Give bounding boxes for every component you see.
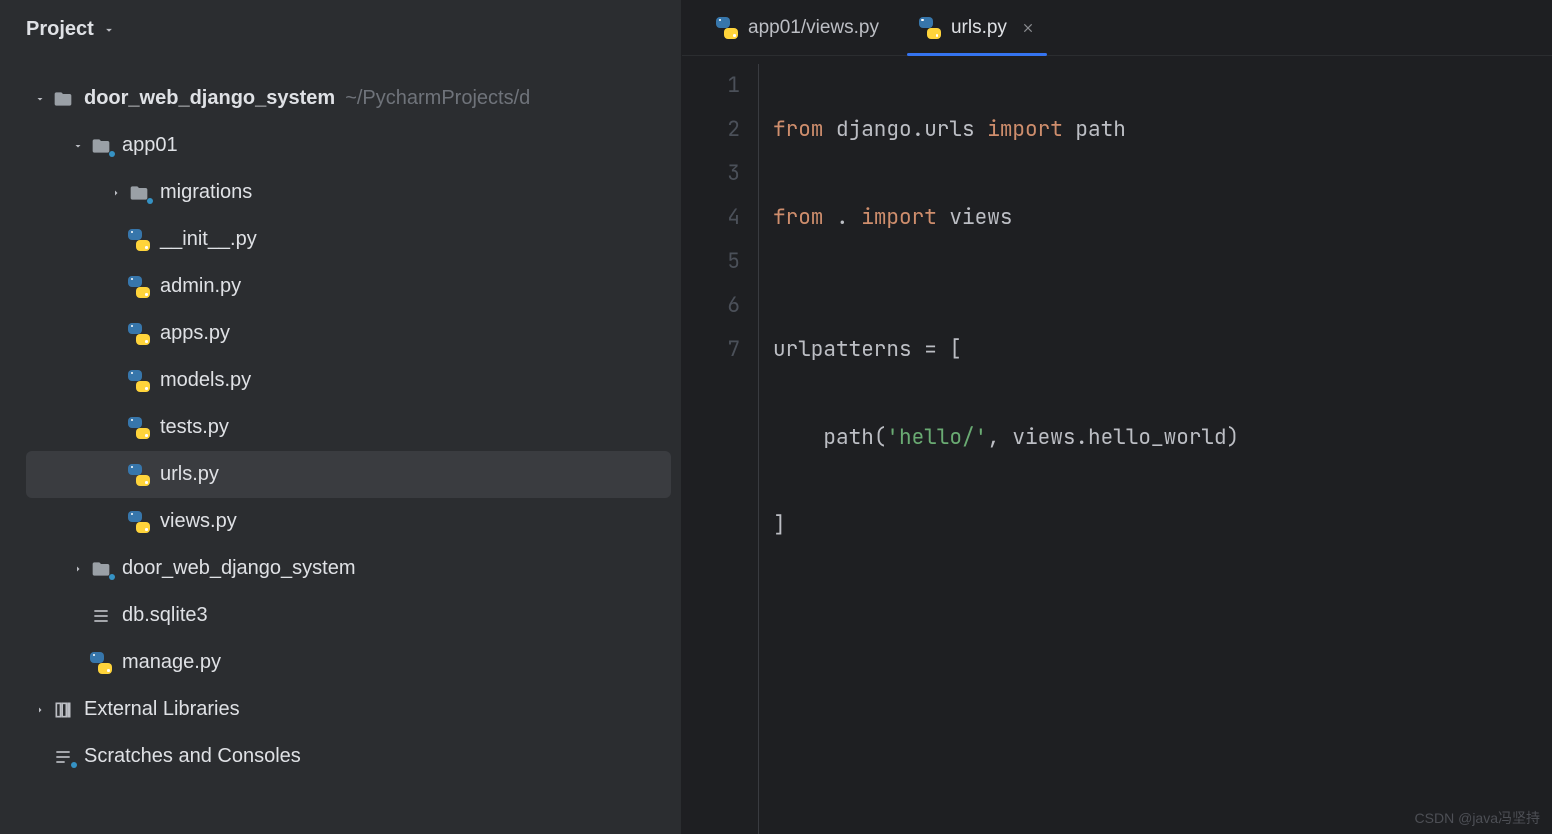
tree-app01[interactable]: app01 [0, 122, 681, 169]
tree-inner-pkg-label: door_web_django_system [122, 557, 356, 580]
tree-file-label: models.py [160, 369, 251, 392]
tree-file-urls[interactable]: urls.py [26, 451, 671, 498]
tab-label: urls.py [951, 17, 1007, 39]
code-editor[interactable]: 1 2 3 4 5 6 7 from django.urls import pa… [682, 56, 1552, 834]
tab-label: app01/views.py [748, 17, 879, 39]
close-icon[interactable] [1021, 21, 1035, 35]
line-number: 3 [682, 152, 740, 196]
chevron-right-icon[interactable] [106, 187, 126, 199]
python-file-icon [126, 276, 152, 298]
python-package-icon [88, 559, 114, 579]
chevron-down-icon[interactable] [30, 93, 50, 105]
tab-views[interactable]: app01/views.py [696, 0, 899, 55]
tree-manage[interactable]: manage.py [0, 639, 681, 686]
tree-root[interactable]: door_web_django_system ~/PycharmProjects… [0, 75, 681, 122]
line-number: 2 [682, 108, 740, 152]
tree-app01-label: app01 [122, 134, 178, 157]
python-file-icon [126, 511, 152, 533]
tree-file-label: views.py [160, 510, 237, 533]
python-package-icon [126, 183, 152, 203]
gutter: 1 2 3 4 5 6 7 [682, 64, 758, 834]
tree-external-libs[interactable]: External Libraries [0, 686, 681, 733]
tree-db-label: db.sqlite3 [122, 604, 208, 627]
line-number: 6 [682, 284, 740, 328]
line-number: 1 [682, 64, 740, 108]
chevron-down-icon [102, 23, 116, 37]
tree-file-label: admin.py [160, 275, 241, 298]
database-file-icon [88, 606, 114, 626]
line-number: 4 [682, 196, 740, 240]
tree-file-label: urls.py [160, 463, 219, 486]
python-file-icon [919, 17, 941, 39]
python-file-icon [126, 417, 152, 439]
tree-inner-pkg[interactable]: door_web_django_system [0, 545, 681, 592]
tree-file-apps[interactable]: apps.py [0, 310, 681, 357]
library-icon [50, 700, 76, 720]
tree-file-label: __init__.py [160, 228, 257, 251]
chevron-right-icon[interactable] [68, 563, 88, 575]
tree-root-hint: ~/PycharmProjects/d [345, 87, 530, 110]
tree-scratches[interactable]: Scratches and Consoles [0, 733, 681, 780]
tree-file-views[interactable]: views.py [0, 498, 681, 545]
line-number: 5 [682, 240, 740, 284]
watermark: CSDN @java冯坚持 [1415, 808, 1540, 828]
folder-icon [50, 89, 76, 109]
python-file-icon [126, 464, 152, 486]
tree-manage-label: manage.py [122, 651, 221, 674]
chevron-down-icon[interactable] [68, 140, 88, 152]
tree-file-init[interactable]: __init__.py [0, 216, 681, 263]
project-tree: door_web_django_system ~/PycharmProjects… [0, 59, 681, 834]
tree-db[interactable]: db.sqlite3 [0, 592, 681, 639]
project-header[interactable]: Project [0, 0, 681, 59]
project-sidebar: Project door_web_django_system ~/Pycharm… [0, 0, 682, 834]
tree-file-admin[interactable]: admin.py [0, 263, 681, 310]
tree-file-label: tests.py [160, 416, 229, 439]
chevron-right-icon[interactable] [30, 704, 50, 716]
tree-scratches-label: Scratches and Consoles [84, 745, 301, 768]
tree-file-label: apps.py [160, 322, 230, 345]
python-file-icon [126, 370, 152, 392]
project-title: Project [26, 18, 94, 41]
editor-area: app01/views.py urls.py 1 2 3 4 5 6 7 fro… [682, 0, 1552, 834]
python-file-icon [126, 229, 152, 251]
line-number: 7 [682, 328, 740, 372]
tab-urls[interactable]: urls.py [899, 0, 1055, 55]
python-package-icon [88, 136, 114, 156]
tree-root-label: door_web_django_system [84, 87, 335, 110]
tree-external-label: External Libraries [84, 698, 240, 721]
tree-migrations[interactable]: migrations [0, 169, 681, 216]
scratches-icon [50, 747, 76, 767]
tree-file-models[interactable]: models.py [0, 357, 681, 404]
code-content[interactable]: from django.urls import path from . impo… [758, 64, 1552, 834]
python-file-icon [126, 323, 152, 345]
tree-migrations-label: migrations [160, 181, 252, 204]
editor-tabs: app01/views.py urls.py [682, 0, 1552, 56]
python-file-icon [88, 652, 114, 674]
tree-file-tests[interactable]: tests.py [0, 404, 681, 451]
python-file-icon [716, 17, 738, 39]
